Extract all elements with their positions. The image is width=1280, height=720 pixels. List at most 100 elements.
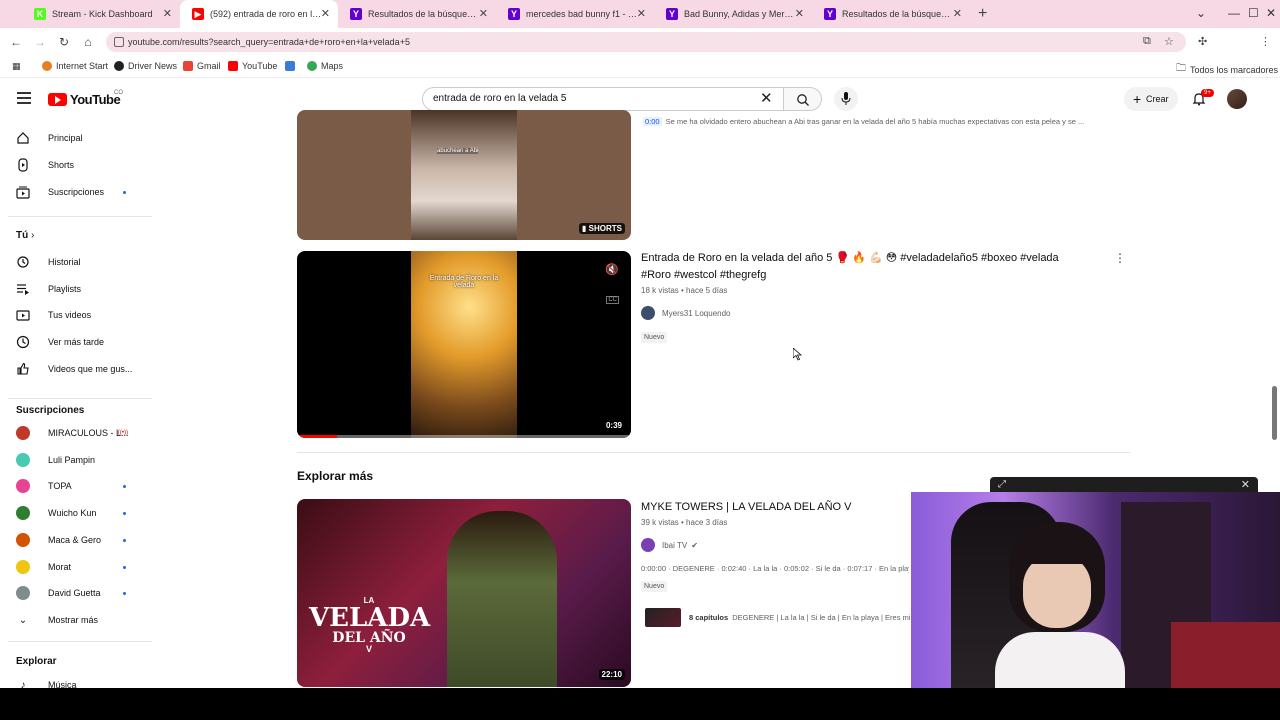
bookmark-star-icon[interactable]: ☆ <box>1164 35 1174 48</box>
shorts-icon <box>18 158 28 172</box>
tab-close-icon[interactable]: ✕ <box>795 7 804 20</box>
sidebar-you-header[interactable]: Tú › <box>16 230 34 241</box>
sidebar-subscription-item[interactable]: TOPA <box>16 476 146 496</box>
video1-more-actions-icon[interactable]: ⋮ <box>1114 251 1126 265</box>
sidebar-item-liked[interactable]: Videos que me gus... <box>16 359 146 379</box>
video1-channel[interactable]: Myers31 Loquendo <box>641 306 731 320</box>
sidebar-subscription-item[interactable]: Maca & Gero <box>16 530 146 550</box>
bookmark-internet-start[interactable]: Internet Start <box>42 61 108 71</box>
sidebar-item-label: Videos que me gus... <box>48 363 133 374</box>
bookmark-maps[interactable]: Maps <box>307 61 343 71</box>
sidebar-item-watch-later[interactable]: Ver más tarde <box>16 332 146 352</box>
playlists-icon <box>17 284 29 295</box>
sidebar-item-your-videos[interactable]: Tus videos <box>16 305 146 325</box>
tab-label: Resultados de la búsqueda de <box>368 9 480 19</box>
channel-avatar <box>16 452 30 467</box>
video2-thumbnail-person <box>447 511 557 687</box>
hamburger-menu-icon[interactable] <box>17 92 31 107</box>
tab-close-icon[interactable]: ✕ <box>163 7 172 20</box>
bookmark-extension[interactable] <box>285 61 295 71</box>
thumb-logo-line: V <box>365 644 372 654</box>
home-button-icon[interactable]: ⌂ <box>76 35 100 49</box>
back-icon[interactable]: ← <box>4 35 28 49</box>
expand-icon[interactable]: ⤢ <box>998 479 1006 490</box>
bookmark-driver-news[interactable]: Driver News <box>114 61 177 71</box>
browser-tab[interactable]: Y Resultados de la búsqueda de ✕ <box>812 0 970 28</box>
sidebar-item-shorts[interactable]: Shorts <box>16 155 146 175</box>
browser-tab[interactable]: Y Bad Bunny, Adidas y Mercedes ✕ <box>654 0 812 28</box>
all-bookmarks[interactable]: 🗀 Todos los marcadores <box>1176 61 1278 78</box>
muted-icon[interactable]: 🔇 <box>605 263 619 276</box>
url-field[interactable]: youtube.com/results?search_query=entrada… <box>106 32 1186 52</box>
video2-title[interactable]: MYKE TOWERS | LA VELADA DEL AÑO V <box>641 499 852 516</box>
window-dropdown-icon[interactable]: ⌄ <box>1196 6 1206 20</box>
video1-title[interactable]: Entrada de Roro en la velada del año 5 🥊… <box>641 250 1111 284</box>
site-info-icon[interactable] <box>114 37 124 47</box>
video1-progress-track[interactable] <box>297 435 631 438</box>
thumb-logo-line: VELADA <box>309 603 431 633</box>
short-thumbnail[interactable]: abuchean a Abi ▮ SHORTS <box>297 110 631 240</box>
install-app-icon[interactable]: ⧉ <box>1143 35 1151 48</box>
sidebar-item-subscriptions[interactable]: Suscripciones <box>16 182 146 202</box>
captions-icon[interactable]: CC <box>606 296 619 304</box>
reload-icon[interactable]: ↻ <box>52 35 76 49</box>
clear-search-icon[interactable]: ✕ <box>760 90 773 108</box>
browser-menu-icon[interactable]: ⋮ <box>1260 35 1271 48</box>
browser-tab-bar: K Stream - Kick Dashboard ✕ ▶ (592) entra… <box>0 0 1280 28</box>
shorts-badge: ▮ SHORTS <box>579 223 625 234</box>
sidebar-subscription-item[interactable]: David Guetta <box>16 583 146 603</box>
tab-close-icon[interactable]: ✕ <box>321 7 330 20</box>
tab-label: (592) entrada de roro en la vela <box>210 9 322 19</box>
sidebar-show-more[interactable]: ⌄ Mostrar más <box>16 610 146 630</box>
sidebar-item-playlists[interactable]: Playlists <box>16 279 146 299</box>
maps-icon <box>307 61 317 71</box>
search-input[interactable]: entrada de roro en la velada 5 <box>422 87 784 111</box>
new-content-dot <box>123 512 126 516</box>
tab-close-icon[interactable]: ✕ <box>953 7 962 20</box>
browser-tab[interactable]: Y mercedes bad bunny f1 - Yaho ✕ <box>496 0 654 28</box>
sidebar-subscription-item[interactable]: Wuicho Kun <box>16 503 146 523</box>
bookmark-gmail[interactable]: Gmail <box>183 61 221 71</box>
sidebar-subscription-item[interactable]: Luli Pampin <box>16 450 146 470</box>
new-tab-button[interactable]: + <box>978 5 987 23</box>
timestamp-link[interactable]: 0:00 <box>643 117 662 126</box>
sidebar-subscription-item[interactable]: MIRACULOUS - L... ((•)) <box>16 423 146 443</box>
tab-close-icon[interactable]: ✕ <box>637 7 646 20</box>
minimize-icon[interactable]: — <box>1228 6 1240 20</box>
chevron-right-icon: › <box>31 230 35 241</box>
channel-avatar <box>16 532 30 547</box>
sidebar-subscription-item[interactable]: Morat <box>16 557 146 577</box>
account-avatar[interactable] <box>1227 89 1247 109</box>
apps-grid-icon[interactable]: ▦ <box>12 61 21 72</box>
channel-avatar <box>641 538 655 552</box>
browser-tab[interactable]: K Stream - Kick Dashboard ✕ <box>22 0 180 28</box>
tab-close-icon[interactable]: ✕ <box>479 7 488 20</box>
sidebar-item-history[interactable]: Historial <box>16 252 146 272</box>
page-scrollbar[interactable] <box>1272 386 1277 440</box>
search-button[interactable] <box>784 87 822 111</box>
video2-channel[interactable]: Ibai TV ✔ <box>641 538 698 552</box>
video1-thumbnail[interactable]: Entrada de Roro en la velada 🔇 CC 0:39 <box>297 251 631 438</box>
create-label: Crear <box>1146 94 1169 104</box>
sidebar-item-label: Principal <box>48 133 83 143</box>
video2-chapters-row[interactable]: 8 capítulos DEGENERE | La la la | Si le … <box>645 607 911 627</box>
window-close-icon[interactable]: ✕ <box>1266 6 1276 20</box>
pip-close-icon[interactable]: ✕ <box>1241 478 1250 491</box>
subscription-label: Maca & Gero <box>48 534 102 545</box>
forward-icon[interactable]: → <box>28 35 52 49</box>
video2-thumbnail[interactable]: LA VELADA DEL AÑO V 22:10 <box>297 499 631 687</box>
maximize-icon[interactable]: ☐ <box>1248 6 1259 20</box>
browser-tab[interactable]: Y Resultados de la búsqueda de ✕ <box>338 0 496 28</box>
sidebar-item-home[interactable]: Principal <box>16 128 146 148</box>
sidebar-explore-header: Explorar <box>16 656 57 667</box>
create-button[interactable]: + Crear <box>1124 87 1178 111</box>
browser-tab[interactable]: ▶ (592) entrada de roro en la vela ✕ <box>180 0 338 28</box>
bookmark-youtube[interactable]: YouTube <box>228 61 277 71</box>
video1-title-line2: #Roro #westcol #thegrefg <box>641 269 767 281</box>
bookmark-label: YouTube <box>242 61 278 71</box>
mouse-cursor-icon <box>793 348 802 361</box>
voice-search-button[interactable] <box>834 87 858 111</box>
youtube-logo[interactable]: YouTube CO <box>48 90 123 107</box>
extensions-icon[interactable]: ✣ <box>1198 35 1207 48</box>
sidebar: Principal Shorts Suscripciones Tú › Hist… <box>0 118 156 691</box>
